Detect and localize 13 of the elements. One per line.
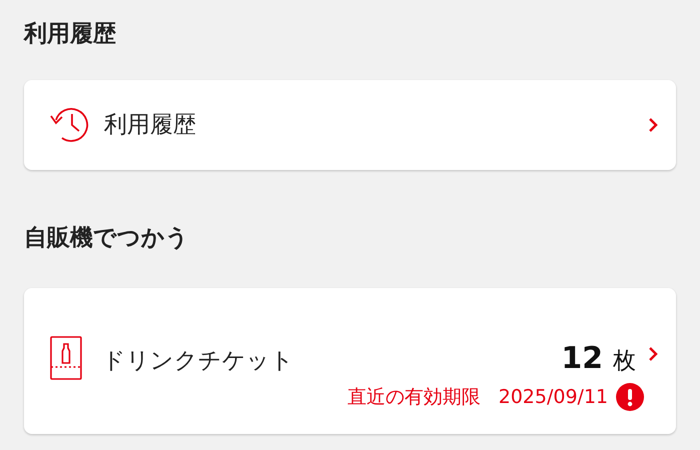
drink-ticket-icon [50,336,82,380]
chevron-right-icon [648,346,658,362]
ticket-count: 12 [561,340,603,378]
drink-ticket-item[interactable]: ドリンクチケット 12 枚 直近の有効期限 2025/09/11 [24,288,676,434]
history-item[interactable]: 利用履歴 [24,80,676,170]
history-clock-icon [48,106,90,144]
expiry-date: 2025/09/11 [498,385,608,410]
section-heading: 自販機でつかう [24,224,190,253]
expiry-label: 直近の有効期限 [347,385,480,410]
ticket-unit: 枚 [613,347,636,376]
chevron-right-icon [648,117,658,133]
ticket-name: ドリンクチケット [102,347,295,376]
section-heading: 利用履歴 [24,20,117,49]
